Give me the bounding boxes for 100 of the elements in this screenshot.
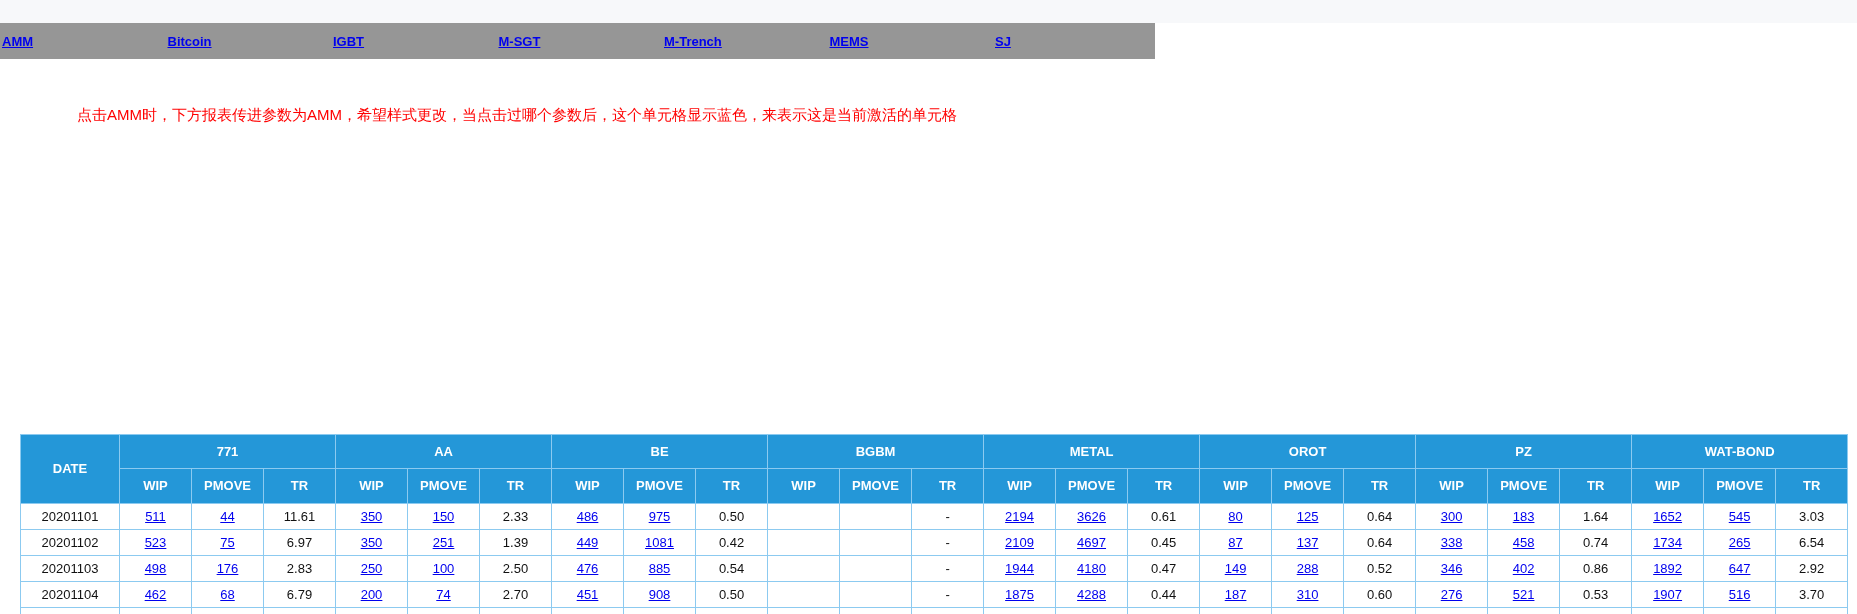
value-link[interactable]: 498 xyxy=(144,560,167,576)
value-link[interactable]: 74 xyxy=(436,586,451,602)
value-link[interactable]: 276 xyxy=(1440,586,1463,602)
value-link[interactable]: 80 xyxy=(1228,508,1243,524)
table-cell: 2.50 xyxy=(479,555,552,582)
value-link[interactable]: 545 xyxy=(1728,508,1751,524)
table-cell: 2.70 xyxy=(479,581,552,608)
table-cell: 0.74 xyxy=(1559,529,1632,556)
value-link[interactable]: 125 xyxy=(1296,508,1319,524)
value-link[interactable]: 449 xyxy=(576,534,599,550)
table-cell: 0.50 xyxy=(695,581,768,608)
column-header: WIP xyxy=(1199,468,1272,504)
column-header: PMOVE xyxy=(839,468,912,504)
date-cell: 20201104 xyxy=(20,581,120,608)
group-header: AA xyxy=(335,434,552,469)
value-link[interactable]: 265 xyxy=(1728,534,1751,550)
value-link[interactable]: 250 xyxy=(360,560,383,576)
value-link[interactable]: 647 xyxy=(1728,560,1751,576)
value-link[interactable]: 300 xyxy=(1440,508,1463,524)
column-header: WIP xyxy=(119,468,192,504)
table-cell: 6.54 xyxy=(1775,529,1848,556)
value-link[interactable]: 149 xyxy=(1224,560,1247,576)
column-header: WIP xyxy=(551,468,624,504)
table-cell: 0.42 xyxy=(695,529,768,556)
value-link[interactable]: 137 xyxy=(1296,534,1319,550)
column-header: TR xyxy=(1559,468,1632,504)
value-link[interactable]: 521 xyxy=(1512,586,1535,602)
value-link[interactable]: 885 xyxy=(648,560,671,576)
value-link[interactable]: 44 xyxy=(220,508,235,524)
table-cell: 1.39 xyxy=(479,529,552,556)
value-link[interactable]: 338 xyxy=(1440,534,1463,550)
group-header: OROT xyxy=(1199,434,1416,469)
value-link[interactable]: 200 xyxy=(360,586,383,602)
group-header: BGBM xyxy=(767,434,984,469)
column-header: TR xyxy=(479,468,552,504)
date-cell: 20201101 xyxy=(20,503,120,530)
table-cell: - xyxy=(911,503,984,530)
column-header: WIP xyxy=(983,468,1056,504)
group-header: WAT-BOND xyxy=(1631,434,1848,469)
value-link[interactable]: 350 xyxy=(360,534,383,550)
value-link[interactable]: 462 xyxy=(144,586,167,602)
value-link[interactable]: 187 xyxy=(1224,586,1247,602)
table-cell: 0.60 xyxy=(1343,581,1416,608)
value-link[interactable]: 75 xyxy=(220,534,235,550)
table-cell: 0.53 xyxy=(1559,581,1632,608)
group-header: PZ xyxy=(1415,434,1632,469)
table-cell: 0.61 xyxy=(1127,503,1200,530)
table-cell: 0.52 xyxy=(1343,555,1416,582)
table-cell: - xyxy=(911,581,984,608)
value-link[interactable]: 511 xyxy=(145,508,166,524)
value-link[interactable]: 68 xyxy=(220,586,235,602)
column-header: TR xyxy=(911,468,984,504)
table-cell: 2.83 xyxy=(263,555,336,582)
table-cell: - xyxy=(911,529,984,556)
column-header: PMOVE xyxy=(191,468,264,504)
value-link[interactable]: 251 xyxy=(432,534,455,550)
column-header: PMOVE xyxy=(1271,468,1344,504)
value-link[interactable]: 183 xyxy=(1512,508,1535,524)
column-header: PMOVE xyxy=(1487,468,1560,504)
column-header: PMOVE xyxy=(407,468,480,504)
value-link[interactable]: 310 xyxy=(1296,586,1319,602)
group-header: 771 xyxy=(119,434,336,469)
table-cell: 2.92 xyxy=(1775,555,1848,582)
group-header: METAL xyxy=(983,434,1200,469)
value-link[interactable]: 908 xyxy=(648,586,671,602)
table-cell: 1.64 xyxy=(1559,503,1632,530)
table-cell: 6.97 xyxy=(263,529,336,556)
value-link[interactable]: 87 xyxy=(1228,534,1243,550)
column-header: TR xyxy=(1775,468,1848,504)
value-link[interactable]: 458 xyxy=(1512,534,1535,550)
table-cell: 0.54 xyxy=(695,555,768,582)
value-link[interactable]: 402 xyxy=(1512,560,1535,576)
value-link[interactable]: 346 xyxy=(1440,560,1463,576)
instruction-text: 点击AMM时，下方报表传进参数为AMM，希望样式更改，当点击过哪个参数后，这个单元格显示蓝色，来表示这是当前激活的单元格 xyxy=(77,105,957,125)
column-header: WIP xyxy=(335,468,408,504)
column-header: TR xyxy=(1343,468,1416,504)
table-cell: 0.64 xyxy=(1343,503,1416,530)
table-cell: 2.33 xyxy=(479,503,552,530)
column-header: WIP xyxy=(767,468,840,504)
column-header: DATE xyxy=(20,434,120,504)
value-link[interactable]: 476 xyxy=(576,560,599,576)
value-link[interactable]: 350 xyxy=(360,508,383,524)
table-cell: 11.61 xyxy=(263,503,336,530)
group-header: BE xyxy=(551,434,768,469)
value-link[interactable]: 523 xyxy=(144,534,167,550)
column-header: WIP xyxy=(1415,468,1488,504)
table-cell: 0.50 xyxy=(695,503,768,530)
value-link[interactable]: 975 xyxy=(648,508,671,524)
table-cell: 0.86 xyxy=(1559,555,1632,582)
value-link[interactable]: 516 xyxy=(1728,586,1751,602)
value-link[interactable]: 100 xyxy=(432,560,455,576)
table-cell: 0.45 xyxy=(1127,529,1200,556)
value-link[interactable]: 486 xyxy=(576,508,599,524)
table-cell: 3.03 xyxy=(1775,503,1848,530)
value-link[interactable]: 176 xyxy=(216,560,239,576)
value-link[interactable]: 150 xyxy=(432,508,455,524)
value-link[interactable]: 288 xyxy=(1296,560,1319,576)
value-link[interactable]: 451 xyxy=(576,586,599,602)
table-cell: 6.79 xyxy=(263,581,336,608)
column-header: PMOVE xyxy=(1703,468,1776,504)
